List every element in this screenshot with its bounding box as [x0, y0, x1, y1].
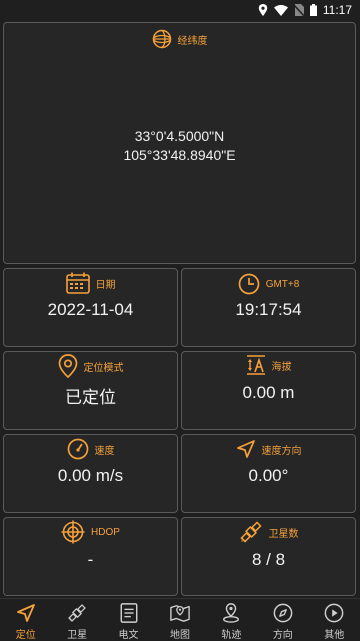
longitude-value: 105°33'48.8940"E	[123, 147, 236, 163]
nav-label-locate: 定位	[15, 630, 36, 641]
satellites-header: 卫星数	[182, 520, 355, 544]
bottom-nav: 定位 卫星 电文 地图 轨迹 方向 其他	[0, 598, 360, 641]
document-icon	[120, 603, 138, 623]
heading-title: 速度方向	[261, 445, 302, 457]
play-circle-icon	[324, 603, 344, 623]
nav-item-track[interactable]: 轨迹	[206, 599, 257, 641]
date-card: 日期 2022-11-04	[3, 268, 178, 347]
latitude-value: 33°0'4.5000"N	[134, 128, 225, 144]
speed-card: 速度 0.00 m/s	[3, 434, 178, 513]
time-title: GMT+8	[265, 278, 300, 290]
nav-label-other: 其他	[324, 630, 345, 641]
mode-value: 已定位	[65, 388, 116, 407]
time-card: GMT+8 19:17:54	[181, 268, 356, 347]
nav-item-direction[interactable]: 方向	[257, 599, 308, 641]
satellite-icon	[239, 521, 262, 543]
satellites-title: 卫星数	[268, 528, 299, 540]
mode-card: 定位模式 已定位	[3, 351, 178, 430]
status-time: 11:17	[322, 3, 352, 17]
hdop-value: -	[87, 550, 94, 569]
nav-item-other[interactable]: 其他	[309, 599, 360, 641]
date-value: 2022-11-04	[47, 300, 134, 319]
latlon-card: 经纬度 33°0'4.5000"N 105°33'48.8940"E	[3, 22, 356, 264]
nav-item-locate[interactable]: 定位	[0, 599, 51, 641]
satellites-card: 卫星数 8 / 8	[181, 517, 356, 596]
mode-title: 定位模式	[83, 362, 124, 374]
status-bar: 11:17	[0, 0, 360, 20]
time-header: GMT+8	[182, 273, 355, 295]
nav-label-map: 地图	[169, 630, 190, 641]
hdop-title: HDOP	[91, 526, 120, 538]
speed-value: 0.00 m/s	[57, 466, 124, 485]
location-pin-icon	[58, 354, 77, 378]
clock-icon	[238, 273, 260, 295]
nav-item-satellite[interactable]: 卫星	[51, 599, 102, 641]
satellite-icon	[68, 604, 86, 622]
calendar-icon	[65, 272, 90, 294]
navigation-arrow-icon	[16, 604, 35, 622]
no-sim-icon	[293, 4, 304, 16]
nav-item-map[interactable]: 地图	[154, 599, 205, 641]
crosshair-icon	[61, 520, 85, 544]
heading-value: 0.00°	[248, 466, 289, 485]
speed-header: 速度	[4, 438, 177, 460]
nav-label-message: 电文	[118, 630, 139, 641]
track-pin-icon	[223, 603, 240, 623]
hdop-card: HDOP -	[3, 517, 178, 596]
map-icon	[170, 605, 190, 622]
satellites-value: 8 / 8	[251, 550, 286, 569]
time-value: 19:17:54	[235, 300, 302, 319]
altitude-icon	[246, 355, 265, 375]
mode-header: 定位模式	[4, 354, 177, 378]
speed-title: 速度	[94, 445, 115, 457]
date-title: 日期	[95, 279, 116, 291]
latlon-header: 经纬度	[4, 29, 355, 49]
altitude-title: 海拔	[271, 361, 292, 373]
heading-header: 速度方向	[182, 439, 355, 459]
battery-icon	[309, 4, 317, 16]
speedometer-icon	[67, 438, 88, 460]
nav-label-track: 轨迹	[221, 630, 242, 641]
hdop-header: HDOP	[4, 520, 177, 544]
nav-label-satellite: 卫星	[67, 630, 88, 641]
direction-arrow-icon	[236, 440, 255, 458]
altitude-card: 海拔 0.00 m	[181, 351, 356, 430]
date-header: 日期	[4, 272, 177, 294]
compass-icon	[273, 603, 293, 623]
location-icon	[258, 4, 268, 16]
latlon-title: 经纬度	[177, 35, 208, 47]
altitude-header: 海拔	[182, 355, 355, 375]
nav-label-direction: 方向	[272, 630, 293, 641]
altitude-value: 0.00 m	[242, 383, 295, 402]
heading-card: 速度方向 0.00°	[181, 434, 356, 513]
wifi-icon	[273, 4, 288, 16]
globe-icon	[152, 29, 171, 49]
nav-item-message[interactable]: 电文	[103, 599, 154, 641]
